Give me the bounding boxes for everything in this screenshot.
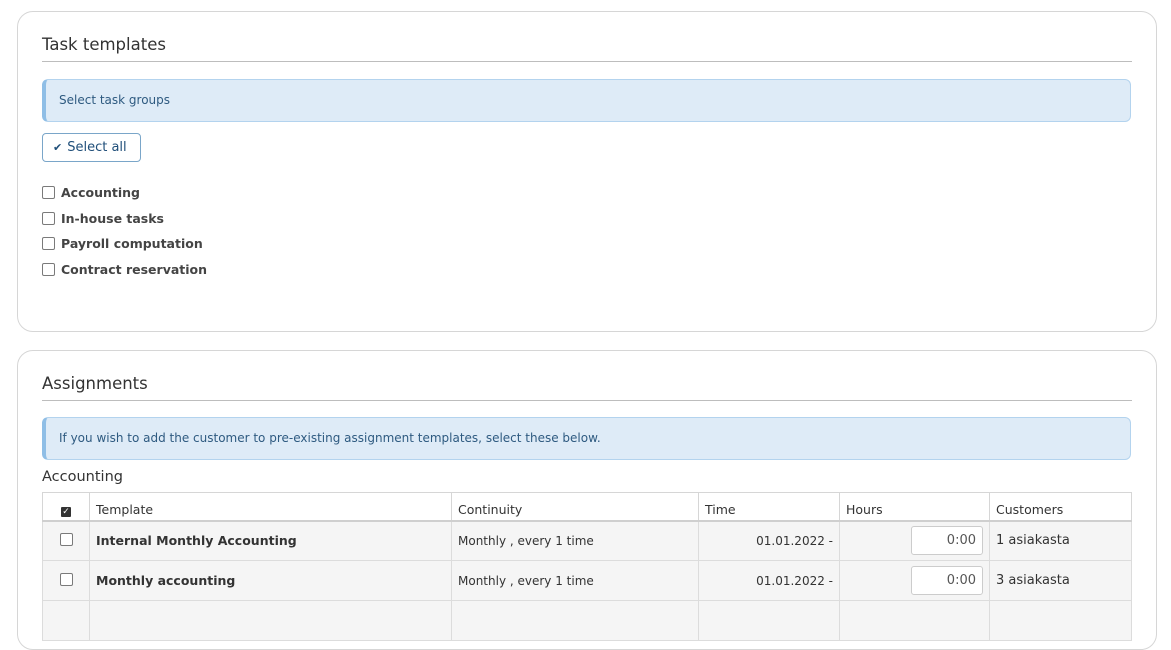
task-templates-card: Task templates Select task groups ✔ Selec…	[17, 11, 1157, 332]
table-header-row: ✓ Template Continuity Time Hours Custome…	[42, 492, 1132, 522]
customers-cell: 1 asiakasta	[989, 520, 1132, 561]
select-all-label: Select all	[67, 140, 127, 155]
row-select-cell	[42, 600, 90, 641]
task-group-accounting[interactable]: Accounting	[42, 180, 207, 206]
continuity-cell: Monthly , every 1 time	[451, 560, 699, 601]
template-name: Internal Monthly Accounting	[89, 520, 452, 561]
select-all-rows-checkbox[interactable]: ✓	[42, 492, 90, 522]
time-cell	[698, 600, 840, 641]
checkbox[interactable]	[42, 237, 55, 251]
check-all-icon: ✓	[61, 506, 71, 517]
column-customers[interactable]: Customers	[989, 492, 1132, 522]
time-cell: 01.01.2022 -	[698, 520, 840, 561]
task-group-payroll[interactable]: Payroll computation	[42, 231, 207, 257]
row-select-cell	[42, 520, 90, 561]
column-template[interactable]: Template	[89, 492, 452, 522]
column-continuity[interactable]: Continuity	[451, 492, 699, 522]
assignments-info: If you wish to add the customer to pre-e…	[42, 417, 1131, 460]
task-group-label: In-house tasks	[61, 210, 164, 226]
template-name: Monthly accounting	[89, 560, 452, 601]
checkbox[interactable]	[42, 262, 55, 276]
checkbox[interactable]	[42, 186, 55, 200]
hours-cell	[839, 520, 990, 561]
checkbox[interactable]	[42, 211, 55, 225]
task-group-in-house[interactable]: In-house tasks	[42, 206, 207, 232]
hours-input[interactable]	[911, 566, 983, 595]
customers-cell	[989, 600, 1132, 641]
column-time[interactable]: Time	[698, 492, 840, 522]
row-checkbox[interactable]	[59, 572, 73, 586]
select-all-button[interactable]: ✔ Select all	[42, 133, 141, 162]
row-select-cell	[42, 560, 90, 601]
table-row	[42, 600, 1132, 641]
table-row: Monthly accounting Monthly , every 1 tim…	[42, 560, 1132, 601]
assignments-table: ✓ Template Continuity Time Hours Custome…	[42, 492, 1132, 641]
time-cell: 01.01.2022 -	[698, 560, 840, 601]
task-groups-info: Select task groups	[42, 79, 1131, 122]
task-group-label: Payroll computation	[61, 236, 203, 252]
continuity-cell	[451, 600, 699, 641]
column-hours[interactable]: Hours	[839, 492, 990, 522]
double-check-icon: ✔	[53, 141, 63, 154]
assignments-title: Assignments	[42, 373, 1132, 401]
continuity-cell: Monthly , every 1 time	[451, 520, 699, 561]
task-group-label: Accounting	[61, 185, 140, 201]
assignments-card: Assignments If you wish to add the custo…	[17, 350, 1157, 650]
template-name	[89, 600, 452, 641]
task-group-contract[interactable]: Contract reservation	[42, 257, 207, 283]
task-templates-title: Task templates	[42, 34, 1132, 62]
task-group-label: Contract reservation	[61, 261, 208, 277]
row-checkbox[interactable]	[59, 532, 73, 546]
hours-cell	[839, 560, 990, 601]
hours-cell	[839, 600, 990, 641]
hours-input[interactable]	[911, 526, 983, 556]
customers-cell: 3 asiakasta	[989, 560, 1132, 601]
assignment-group-label: Accounting	[42, 469, 123, 485]
task-group-list: Accounting In-house tasks Payroll comput…	[42, 180, 207, 282]
table-row: Internal Monthly Accounting Monthly , ev…	[42, 520, 1132, 561]
